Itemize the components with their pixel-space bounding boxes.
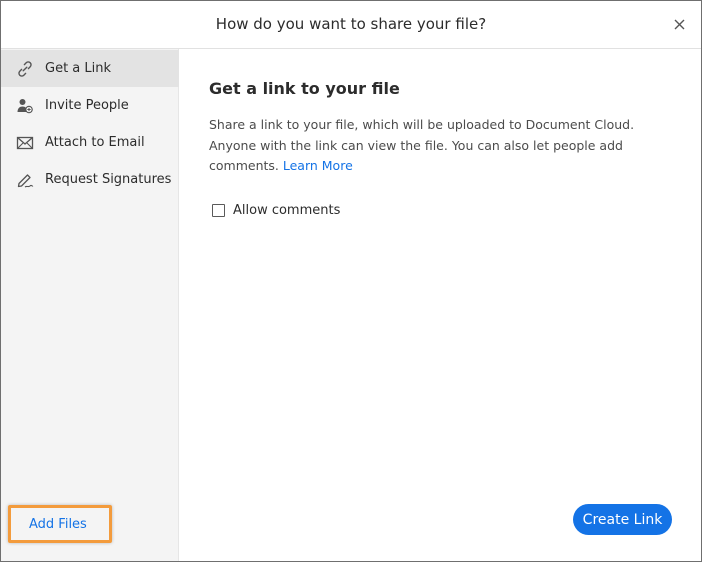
sidebar-item-label: Request Signatures [45,172,172,187]
sidebar-item-invite-people[interactable]: Invite People [1,87,179,124]
panel-title: Get a link to your file [209,79,400,98]
allow-comments-label[interactable]: Allow comments [233,203,340,218]
signature-icon [15,170,35,190]
sidebar-item-request-signatures[interactable]: Request Signatures [1,161,179,198]
create-link-button[interactable]: Create Link [573,504,672,535]
share-dialog: How do you want to share your file? Get … [0,0,702,562]
sidebar-item-label: Attach to Email [45,135,145,150]
sidebar: Get a Link Invite People Attach to Email… [1,49,179,561]
invite-people-icon [15,96,35,116]
sidebar-item-label: Get a Link [45,61,112,76]
email-icon [15,133,35,153]
dialog-title: How do you want to share your file? [215,15,487,33]
link-icon [15,59,35,79]
learn-more-link[interactable]: Learn More [283,158,353,173]
close-button[interactable] [669,14,689,34]
panel-description: Share a link to your file, which will be… [209,115,659,177]
allow-comments-row: Allow comments [212,201,340,219]
sidebar-item-label: Invite People [45,98,129,113]
allow-comments-checkbox[interactable] [212,203,225,217]
sidebar-item-attach-to-email[interactable]: Attach to Email [1,124,179,161]
add-files-link[interactable]: Add Files [29,517,87,532]
sidebar-item-get-a-link[interactable]: Get a Link [1,50,179,87]
dialog-header: How do you want to share your file? [1,1,701,49]
close-icon [674,15,685,34]
description-text: Share a link to your file, which will be… [209,117,635,173]
